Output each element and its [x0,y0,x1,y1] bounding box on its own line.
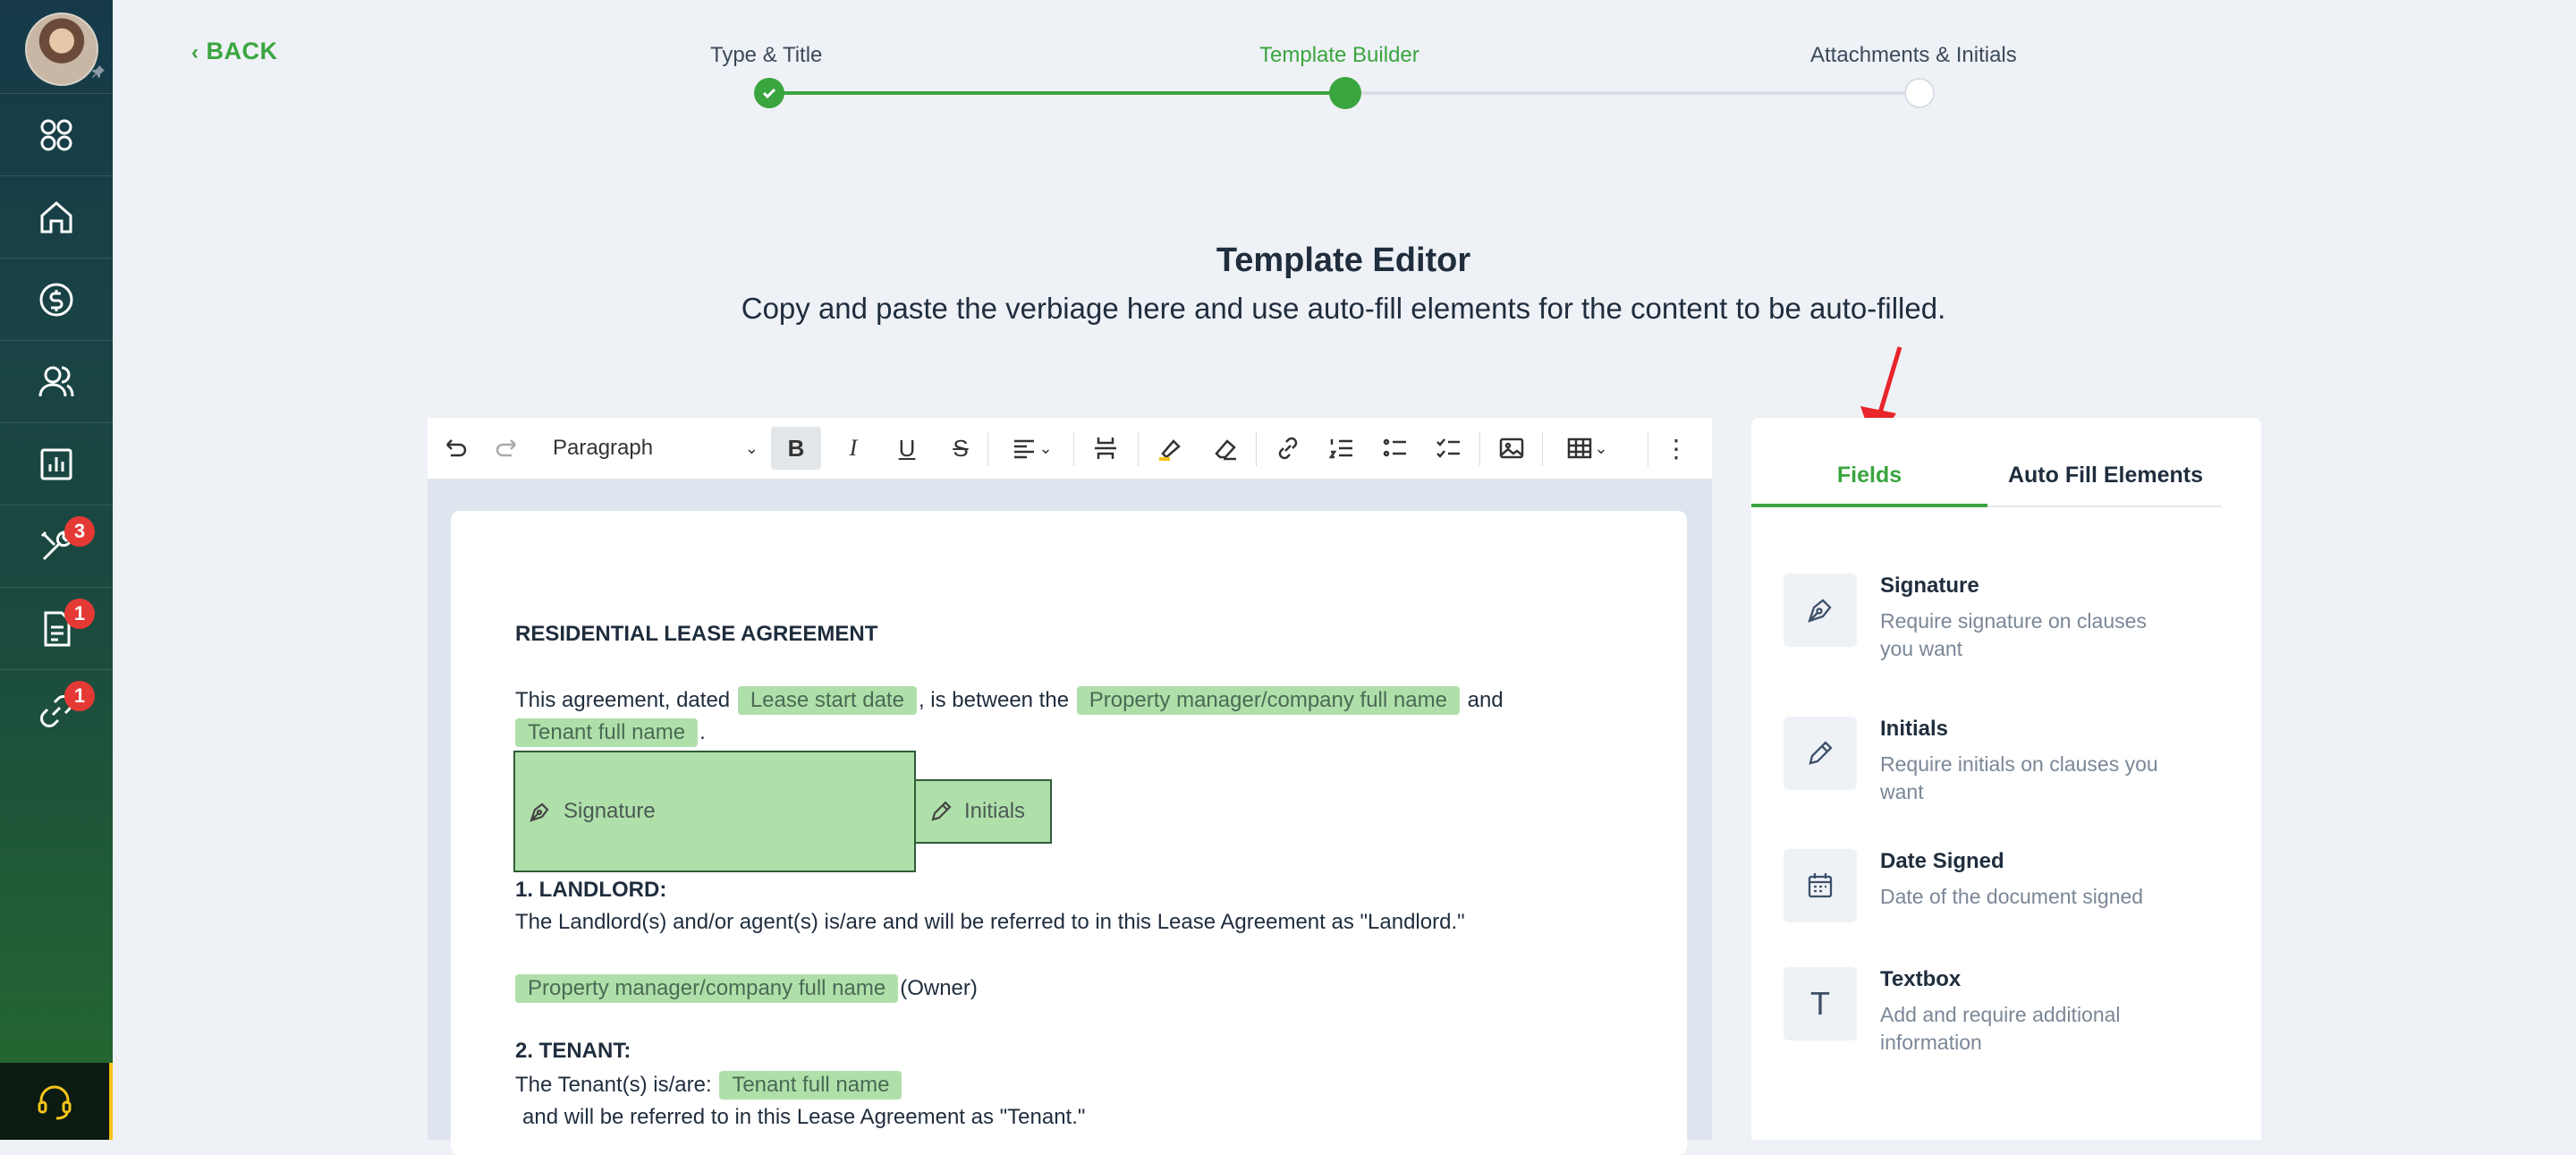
redo-button[interactable] [490,427,526,470]
paragraph-intro-cont: Tenant full name. [513,718,706,747]
people-icon [38,366,74,397]
progress-track-complete [769,91,1345,95]
tab-fields[interactable]: Fields [1751,463,1987,488]
numbered-list-button[interactable] [1320,427,1363,470]
nav-people[interactable] [0,340,113,423]
autofill-chip-tenant-name[interactable]: Tenant full name [515,718,699,747]
section-landlord-text: The Landlord(s) and/or agent(s) is/are a… [515,910,1465,934]
step-dot-done[interactable] [754,78,784,108]
progress-track-remaining [1345,91,1919,95]
text-T-icon: T [1810,985,1830,1022]
chevron-down-icon: ⌄ [744,438,758,457]
pencil-icon [931,801,952,821]
user-avatar[interactable] [25,13,98,86]
step-label-attachments[interactable]: Attachments & Initials [1810,43,2017,68]
kebab-icon: ⋮ [1664,434,1689,463]
align-left-icon [1014,439,1035,459]
pen-nib-icon [530,803,549,822]
chevron-left-icon: ‹ [191,40,199,64]
undo-icon [446,439,467,457]
sidebar: 3 1 1 [0,0,113,1140]
notification-badge: 1 [64,681,95,711]
home-icon [40,201,72,234]
checklist-icon [1436,438,1460,458]
chevron-down-icon: ⌄ [1038,438,1053,457]
nav-links[interactable]: 1 [0,669,113,752]
tab-auto-fill-elements[interactable]: Auto Fill Elements [1987,463,2224,488]
bar-chart-icon [40,448,72,480]
editor-toolbar: Paragraph ⌄ B I U S ⌄ ⌄ ⋮ [428,418,1712,480]
link-icon [1278,437,1298,460]
bold-button[interactable]: B [771,427,821,470]
page-title: Template Editor [1216,242,1471,279]
undo-button[interactable] [436,427,472,470]
checklist-button[interactable] [1428,427,1470,470]
page-subtitle: Copy and paste the verbiage here and use… [741,292,1946,325]
step-label-type-title[interactable]: Type & Title [710,43,822,68]
redo-icon [496,439,516,457]
pen-nib-icon [1808,599,1832,623]
step-dot-pending[interactable] [1904,78,1935,108]
pin-icon[interactable] [91,64,106,79]
clear-format-button[interactable] [1204,427,1247,470]
more-options-button[interactable]: ⋮ [1658,427,1694,470]
tab-active-underline [1751,504,1987,507]
notification-badge: 1 [64,599,95,629]
back-link[interactable]: ‹ BACK [191,38,278,65]
check-icon [762,88,776,99]
chevron-down-icon: ⌄ [1594,438,1608,457]
highlight-button[interactable] [1148,427,1191,470]
page-break-button[interactable] [1084,427,1127,470]
autofill-chip-tenant[interactable]: Tenant full name [719,1071,902,1100]
step-label-template-builder[interactable]: Template Builder [1259,43,1419,68]
pencil-icon [1809,741,1833,765]
notification-badge: 3 [64,516,95,547]
document-heading: RESIDENTIAL LEASE AGREEMENT [515,622,878,646]
section-tenant-text-cont: and will be referred to in this Lease Ag… [522,1105,1086,1129]
section-landlord-title: 1. LANDLORD: [515,878,667,902]
strikethrough-button[interactable]: S [936,427,986,470]
calendar-icon [1808,873,1833,898]
align-button[interactable]: ⌄ [1000,427,1063,470]
autofill-chip-lease-start[interactable]: Lease start date [737,686,917,715]
nav-maintenance[interactable]: 3 [0,505,113,588]
document-page[interactable]: RESIDENTIAL LEASE AGREEMENT This agreeme… [451,511,1687,1155]
table-icon [1568,437,1592,459]
autofill-chip-pm-name[interactable]: Property manager/company full name [1076,686,1460,715]
paragraph-intro: This agreement, dated Lease start date, … [515,686,1504,715]
nav-apps[interactable] [0,93,113,176]
initials-field-box[interactable]: Initials [914,779,1052,844]
step-dot-active[interactable] [1329,77,1361,109]
insert-table-button[interactable]: ⌄ [1553,427,1621,470]
apps-grid-icon [40,119,72,151]
highlighter-icon [1159,439,1181,461]
image-icon [1499,437,1524,459]
block-style-select[interactable]: Paragraph ⌄ [553,427,758,470]
italic-button[interactable]: I [828,427,878,470]
page-break-icon [1095,437,1116,459]
section-tenant-title: 2. TENANT: [515,1039,631,1063]
fields-panel: Fields Auto Fill Elements Signature Requ… [1751,418,2261,1140]
nav-reports[interactable] [0,422,113,505]
rich-text-editor: Paragraph ⌄ B I U S ⌄ ⌄ ⋮ RESIDENTIAL LE… [428,418,1712,1155]
nav-documents[interactable]: 1 [0,587,113,670]
eraser-icon [1215,439,1236,461]
bullet-list-button[interactable] [1374,427,1417,470]
numbered-list-icon [1328,439,1352,459]
link-button[interactable] [1267,427,1309,470]
bullet-list-icon [1383,438,1406,457]
signature-field-box[interactable]: Signature [513,751,916,872]
autofill-chip-owner[interactable]: Property manager/company full name [515,974,899,1003]
support-button[interactable] [0,1063,113,1140]
headset-icon [38,1085,72,1120]
insert-image-button[interactable] [1490,427,1533,470]
owner-line: Property manager/company full name (Owner… [513,974,978,1003]
underline-button[interactable]: U [882,427,932,470]
section-tenant-text: The Tenant(s) is/are: Tenant full name [515,1071,903,1100]
